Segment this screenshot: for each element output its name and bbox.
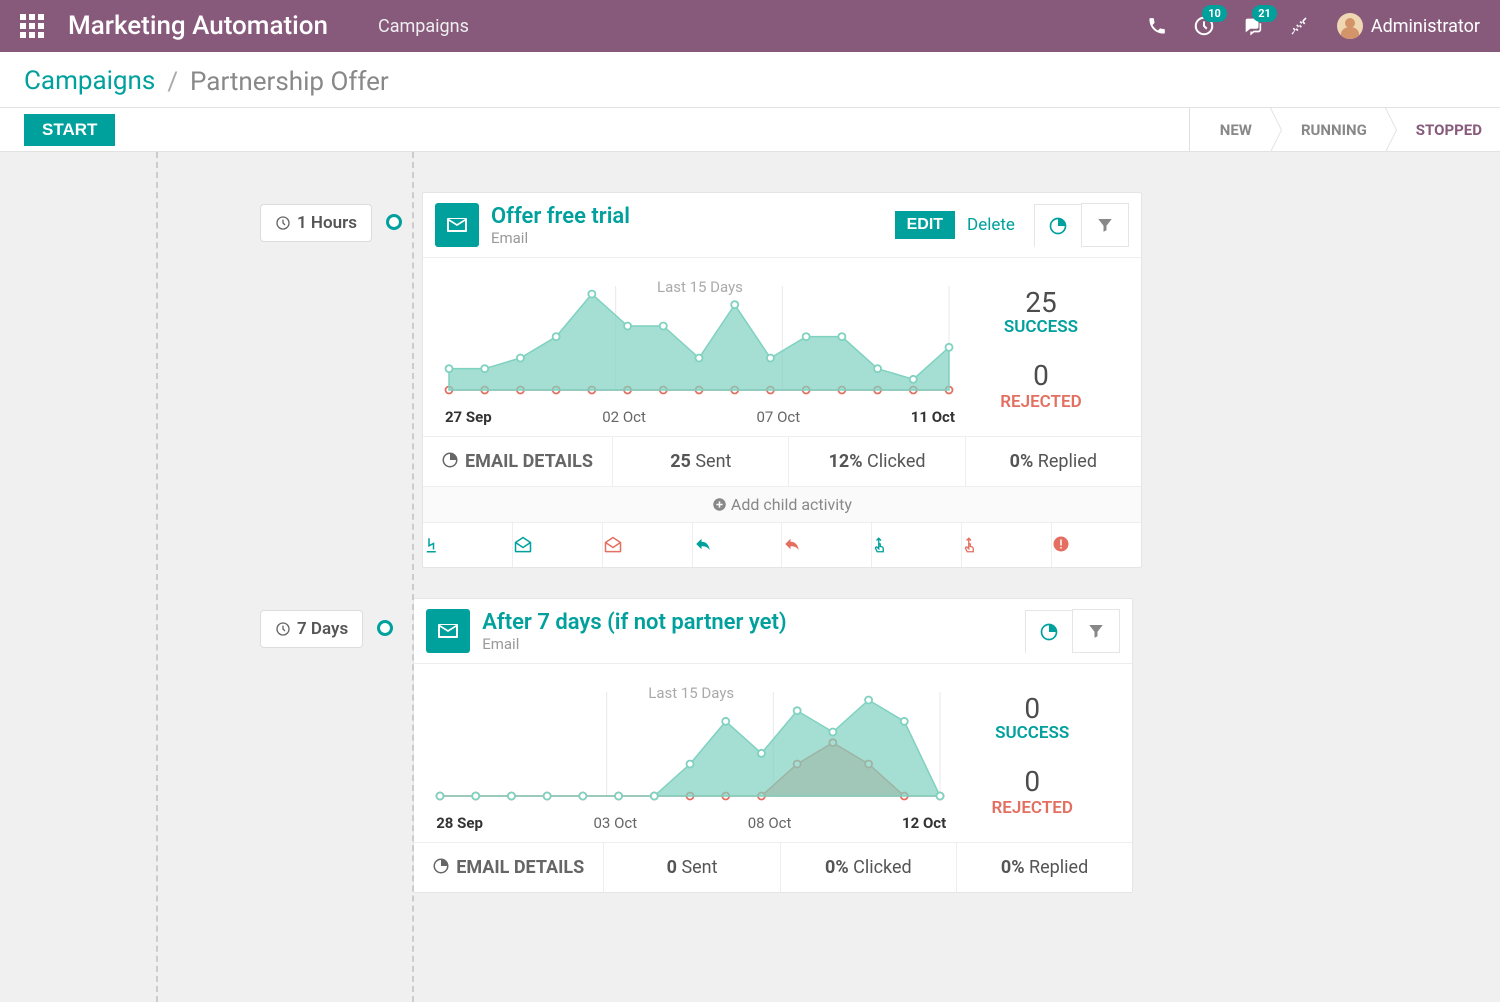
card-header: After 7 days (if not partner yet) Email [414, 599, 1132, 664]
breadcrumb: Campaigns / Partnership Offer [24, 66, 1476, 107]
messages-icon[interactable]: 21 [1241, 15, 1265, 37]
activity-chart: Last 15 Days 28 Sep 03 Oct 08 Oct 12 Oct [430, 680, 952, 832]
envelope-icon [435, 203, 479, 247]
xaxis-tick: 27 Sep [445, 408, 492, 426]
delay-label: 7 Days [297, 619, 348, 639]
activity-title[interactable]: After 7 days (if not partner yet) [482, 610, 786, 635]
rejected-count: 0 [961, 359, 1121, 392]
activities-icon[interactable]: 10 [1193, 15, 1215, 37]
mail-not-open-icon[interactable] [603, 523, 693, 567]
delay-pill[interactable]: 1 Hours [260, 204, 372, 242]
xaxis-tick: 11 Oct [911, 408, 955, 426]
username: Administrator [1371, 16, 1480, 37]
trigger-icons-row [423, 522, 1141, 567]
bounce-icon[interactable] [1052, 523, 1141, 567]
xaxis-tick: 28 Sep [436, 814, 483, 832]
timeline-line [412, 152, 414, 1002]
replied-cell: 0% Replied [957, 843, 1132, 892]
mail-open-icon[interactable] [513, 523, 603, 567]
delay-pill[interactable]: 7 Days [260, 610, 363, 648]
status-running[interactable]: RUNNING [1270, 108, 1385, 152]
topbar: Marketing Automation Campaigns 10 21 Adm… [0, 0, 1500, 52]
controlbar: START NEW RUNNING STOPPED [0, 108, 1500, 152]
clicked-cell: 12% Clicked [789, 437, 965, 486]
clicked-cell: 0% Clicked [781, 843, 957, 892]
detail-bar: EMAIL DETAILS 0 Sent 0% Clicked 0% Repli… [414, 842, 1132, 892]
subbar: Campaigns / Partnership Offer [0, 52, 1500, 108]
card-header: Offer free trial Email EDIT Delete [423, 193, 1141, 258]
statusbar: NEW RUNNING STOPPED [1189, 108, 1500, 151]
xaxis-tick: 03 Oct [594, 814, 638, 832]
status-stopped[interactable]: STOPPED [1385, 108, 1500, 152]
start-button[interactable]: START [24, 114, 115, 146]
rejected-label: REJECTED [961, 392, 1121, 412]
activity-title[interactable]: Offer free trial [491, 204, 630, 229]
not-click-icon[interactable] [962, 523, 1052, 567]
edit-button[interactable]: EDIT [895, 211, 955, 239]
child-activity-icon[interactable] [423, 523, 513, 567]
activity-card: Offer free trial Email EDIT Delete Last … [422, 192, 1142, 568]
sent-cell: 25 Sent [613, 437, 789, 486]
activity-row: 1 Hours Offer free trial Email EDIT Dele… [0, 192, 1500, 568]
debug-icon[interactable] [1291, 16, 1311, 36]
status-new[interactable]: NEW [1189, 108, 1270, 152]
delay-label: 1 Hours [297, 213, 357, 233]
reply-icon[interactable] [693, 523, 783, 567]
envelope-icon [426, 609, 470, 653]
filter-tab-icon[interactable] [1081, 203, 1129, 247]
xaxis-tick: 12 Oct [902, 814, 946, 832]
activities-badge: 10 [1202, 5, 1227, 22]
breadcrumb-current: Partnership Offer [190, 67, 389, 97]
stats-box: 0 SUCCESS 0 REJECTED [952, 680, 1112, 832]
xaxis-tick: 02 Oct [602, 408, 646, 426]
rejected-count: 0 [952, 765, 1112, 798]
workflow-canvas: 1 Hours Offer free trial Email EDIT Dele… [0, 152, 1500, 1002]
activity-row: 7 Days After 7 days (if not partner yet)… [0, 598, 1500, 893]
breadcrumb-root[interactable]: Campaigns [24, 66, 155, 97]
replied-cell: 0% Replied [966, 437, 1141, 486]
email-details-label[interactable]: EMAIL DETAILS [414, 843, 604, 892]
brand-title: Marketing Automation [68, 11, 328, 41]
email-details-label[interactable]: EMAIL DETAILS [423, 437, 613, 486]
delete-button[interactable]: Delete [955, 210, 1027, 240]
apps-icon[interactable] [20, 14, 44, 38]
user-menu[interactable]: Administrator [1337, 13, 1480, 39]
graph-tab-icon[interactable] [1034, 204, 1082, 248]
chart-period: Last 15 Days [648, 684, 734, 702]
graph-tab-icon[interactable] [1025, 610, 1073, 654]
menu-campaigns[interactable]: Campaigns [378, 16, 469, 37]
sent-cell: 0 Sent [604, 843, 780, 892]
xaxis-tick: 07 Oct [757, 408, 801, 426]
chart-period: Last 15 Days [657, 278, 743, 296]
click-icon[interactable] [872, 523, 962, 567]
success-label: SUCCESS [952, 723, 1112, 743]
rejected-label: REJECTED [952, 798, 1112, 818]
activity-type: Email [491, 229, 630, 247]
timeline-node [377, 620, 393, 636]
breadcrumb-sep: / [167, 67, 178, 97]
phone-icon[interactable] [1147, 16, 1167, 36]
timeline-line-outer [156, 152, 158, 1002]
activity-chart: Last 15 Days 27 Sep 02 Oct 07 Oct 11 Oct [439, 274, 961, 426]
activity-type: Email [482, 635, 786, 653]
xaxis-tick: 08 Oct [748, 814, 792, 832]
messages-badge: 21 [1252, 5, 1277, 22]
timeline-node [386, 214, 402, 230]
success-count: 25 [961, 286, 1121, 319]
add-child-button[interactable]: Add child activity [423, 486, 1141, 522]
detail-bar: EMAIL DETAILS 25 Sent 12% Clicked 0% Rep… [423, 436, 1141, 486]
success-label: SUCCESS [961, 317, 1121, 337]
success-count: 0 [952, 692, 1112, 725]
not-reply-icon[interactable] [782, 523, 872, 567]
stats-box: 25 SUCCESS 0 REJECTED [961, 274, 1121, 426]
avatar-icon [1337, 13, 1363, 39]
activity-card: After 7 days (if not partner yet) Email … [413, 598, 1133, 893]
filter-tab-icon[interactable] [1072, 609, 1120, 653]
